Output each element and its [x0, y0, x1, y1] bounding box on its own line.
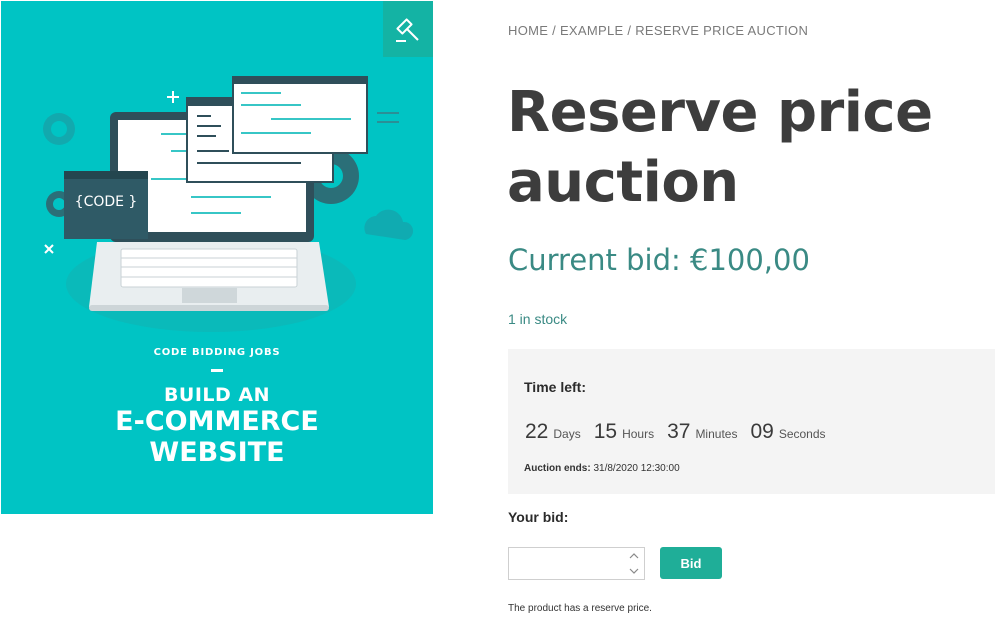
- auction-ends-value: 31/8/2020 12:30:00: [590, 463, 680, 474]
- bid-spinner: [626, 550, 642, 577]
- laptop-code-illustration: [43, 76, 414, 332]
- product-image[interactable]: {CODE } CODE BIDDING JOBS BUILD AN E-COM…: [1, 1, 433, 514]
- auction-timer-panel: Time left: 22 Days 15 Hours 37 Minutes 0…: [508, 349, 995, 494]
- countdown-seconds-value: 09: [750, 420, 774, 443]
- code-tag-label: {CODE }: [74, 194, 138, 210]
- bid-decrement-button[interactable]: [626, 565, 642, 577]
- chevron-down-icon: [629, 568, 639, 574]
- your-bid-label: Your bid:: [508, 509, 569, 525]
- image-headline-ecommerce: E-COMMERCE: [115, 406, 319, 437]
- countdown-seconds: 09 Seconds: [750, 420, 825, 444]
- auction-ends: Auction ends: 31/8/2020 12:30:00: [524, 463, 680, 474]
- auction-ends-label: Auction ends:: [524, 463, 591, 474]
- image-headline-website: WEBSITE: [149, 437, 285, 468]
- countdown-minutes-label: Minutes: [695, 427, 738, 441]
- breadcrumb-example-link[interactable]: EXAMPLE: [560, 23, 624, 38]
- countdown: 22 Days 15 Hours 37 Minutes 09 Seconds: [525, 420, 839, 444]
- auction-badge[interactable]: [383, 1, 433, 57]
- countdown-hours: 15 Hours: [594, 420, 654, 444]
- reserve-price-note: The product has a reserve price.: [508, 603, 652, 614]
- countdown-seconds-label: Seconds: [778, 427, 826, 441]
- countdown-days-label: Days: [553, 427, 581, 441]
- gavel-icon: [396, 18, 419, 42]
- countdown-minutes: 37 Minutes: [667, 420, 737, 444]
- bid-input-wrapper: [508, 547, 645, 580]
- breadcrumb-current: RESERVE PRICE AUCTION: [635, 23, 809, 38]
- breadcrumb-separator: /: [623, 23, 636, 38]
- breadcrumb: HOME / EXAMPLE / RESERVE PRICE AUCTION: [508, 23, 808, 38]
- image-headline-line1: BUILD AN: [163, 384, 271, 406]
- breadcrumb-home-link[interactable]: HOME: [508, 23, 548, 38]
- countdown-days: 22 Days: [525, 420, 581, 444]
- image-kicker: CODE BIDDING JOBS: [153, 347, 281, 358]
- chevron-up-icon: [629, 553, 639, 559]
- bid-amount-input[interactable]: [509, 548, 624, 579]
- breadcrumb-separator: /: [548, 23, 560, 38]
- current-bid-price: Current bid: €100,00: [508, 243, 810, 277]
- image-headline-line2: E-COMMERCE WEBSITE: [1, 406, 433, 468]
- countdown-hours-label: Hours: [622, 427, 655, 441]
- bid-increment-button[interactable]: [626, 550, 642, 562]
- bid-button[interactable]: Bid: [660, 547, 722, 579]
- time-left-label: Time left:: [524, 379, 586, 395]
- countdown-hours-value: 15: [593, 420, 618, 443]
- countdown-minutes-value: 37: [667, 420, 691, 443]
- product-title: Reserve price auction: [507, 80, 933, 215]
- image-divider: [211, 369, 223, 372]
- stock-status: 1 in stock: [508, 311, 568, 327]
- countdown-days-value: 22: [525, 420, 549, 443]
